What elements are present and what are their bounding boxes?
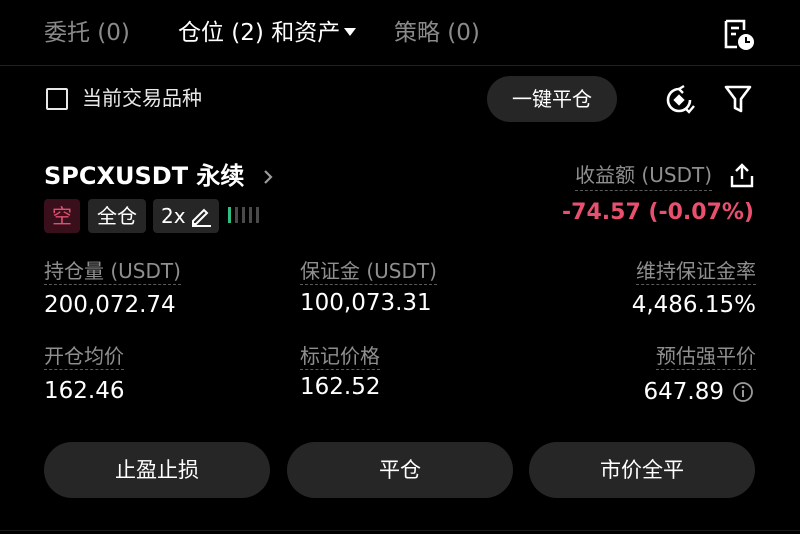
pnl-label[interactable]: 收益额 (USDT) — [575, 160, 712, 191]
divider — [0, 530, 800, 531]
market-close-all-button[interactable]: 市价全平 — [529, 442, 755, 498]
maintenance-margin-ratio-label[interactable]: 维持保证金率 — [636, 258, 756, 285]
mark-price-label[interactable]: 标记价格 — [300, 343, 380, 370]
current-symbol-label: 当前交易品种 — [82, 86, 202, 110]
margin-label[interactable]: 保证金 (USDT) — [300, 258, 437, 285]
close-all-button[interactable]: 一键平仓 — [487, 76, 617, 122]
position-size-label[interactable]: 持仓量 (USDT) — [44, 258, 181, 285]
tab-bar: 委托 (0) 仓位 (2) 和资产 策略 (0) — [0, 0, 800, 66]
share-icon[interactable] — [730, 162, 754, 188]
margin-mode-badge: 全仓 — [88, 199, 146, 233]
tab-positions-label: 仓位 (2) 和资产 — [178, 20, 341, 46]
tab-orders[interactable]: 委托 (0) — [44, 18, 130, 48]
liquidation-price-value: 647.89 — [643, 379, 724, 405]
risk-bar — [235, 207, 238, 223]
pnl-value: -74.57 (-0.07%) — [562, 200, 754, 225]
tab-positions-assets[interactable]: 仓位 (2) 和资产 — [178, 18, 357, 48]
chevron-right-icon — [264, 170, 273, 184]
entry-price-value: 162.46 — [44, 378, 125, 404]
mark-price-value: 162.52 — [300, 374, 381, 400]
risk-bar — [249, 207, 252, 223]
position-size-value: 200,072.74 — [44, 292, 176, 318]
leverage-text: 2x — [161, 204, 186, 228]
close-position-button[interactable]: 平仓 — [287, 442, 513, 498]
current-symbol-checkbox[interactable] — [46, 88, 68, 110]
margin-value: 100,073.31 — [300, 290, 432, 316]
liquidation-price-label[interactable]: 预估强平价 — [656, 343, 756, 370]
entry-price-label[interactable]: 开仓均价 — [44, 343, 124, 370]
tab-strategies[interactable]: 策略 (0) — [394, 18, 480, 48]
coin-swap-icon[interactable] — [662, 83, 696, 117]
risk-bar — [242, 207, 245, 223]
funnel-icon[interactable] — [724, 84, 752, 114]
symbol-text: SPCXUSDT 永续 — [44, 162, 245, 190]
leverage-badge[interactable]: 2x — [153, 199, 219, 233]
position-symbol[interactable]: SPCXUSDT 永续 — [44, 160, 275, 192]
pencil-icon — [192, 208, 211, 227]
risk-bar — [256, 207, 259, 223]
calendar-clock-icon[interactable] — [722, 17, 756, 51]
tp-sl-button[interactable]: 止盈止损 — [44, 442, 270, 498]
caret-down-icon — [344, 28, 357, 36]
side-badge: 空 — [44, 199, 80, 233]
risk-bar — [228, 207, 231, 223]
maintenance-margin-ratio-value: 4,486.15% — [631, 292, 756, 318]
info-icon[interactable] — [732, 381, 754, 403]
